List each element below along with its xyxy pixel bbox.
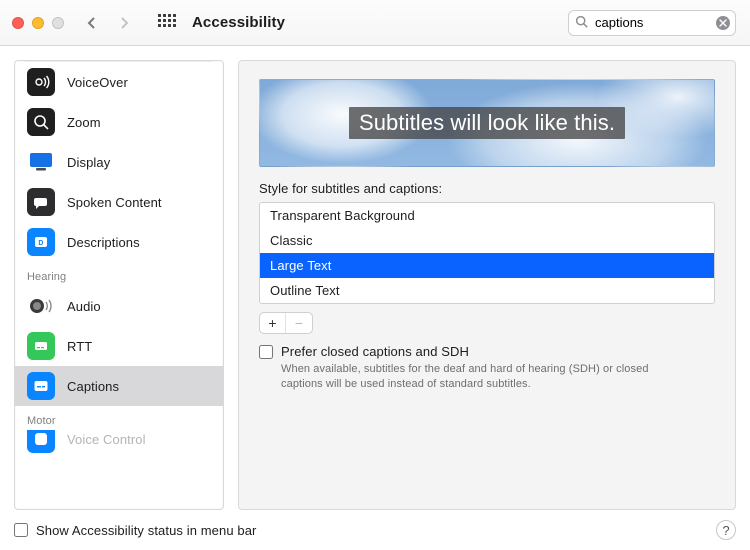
- zoom-button[interactable]: [52, 17, 64, 29]
- style-list-label: Style for subtitles and captions:: [259, 181, 715, 196]
- back-button[interactable]: [80, 11, 104, 35]
- caption-preview-text: Subtitles will look like this.: [349, 107, 625, 139]
- forward-button[interactable]: [112, 11, 136, 35]
- sidebar-item-captions[interactable]: Captions: [15, 366, 223, 406]
- sidebar-item-rtt[interactable]: RTT: [15, 326, 223, 366]
- search-input[interactable]: [568, 10, 736, 36]
- sidebar-item-zoom[interactable]: Zoom: [15, 102, 223, 142]
- remove-style-button[interactable]: −: [286, 313, 312, 333]
- spoken-content-icon: [27, 188, 55, 216]
- search-field[interactable]: [568, 10, 736, 36]
- style-list[interactable]: Transparent Background Classic Large Tex…: [259, 202, 715, 304]
- sidebar-section-motor: Motor: [15, 406, 223, 430]
- titlebar: Accessibility: [0, 0, 750, 46]
- sidebar-item-label: VoiceOver: [67, 75, 128, 90]
- sidebar-item-voice-control[interactable]: Voice Control: [15, 430, 223, 458]
- style-option-large-text[interactable]: Large Text: [260, 253, 714, 278]
- add-remove-group: + −: [259, 312, 313, 334]
- sidebar-item-descriptions[interactable]: D Descriptions: [15, 222, 223, 262]
- sidebar-item-spoken-content[interactable]: Spoken Content: [15, 182, 223, 222]
- voiceover-icon: [27, 68, 55, 96]
- voice-control-icon: [27, 430, 55, 453]
- sidebar-item-label: Spoken Content: [67, 195, 162, 210]
- sidebar-item-label: Captions: [67, 379, 119, 394]
- captions-icon: [27, 372, 55, 400]
- style-option-classic[interactable]: Classic: [260, 228, 714, 253]
- caption-preview: Subtitles will look like this.: [259, 79, 715, 167]
- rtt-icon: [27, 332, 55, 360]
- captions-panel: Subtitles will look like this. Style for…: [238, 60, 736, 510]
- show-all-icon[interactable]: [158, 14, 176, 32]
- zoom-icon: [27, 108, 55, 136]
- display-icon: [27, 148, 55, 176]
- sidebar-item-audio[interactable]: Audio: [15, 286, 223, 326]
- footer: Show Accessibility status in menu bar ?: [0, 510, 750, 550]
- style-option-outline[interactable]: Outline Text: [260, 278, 714, 303]
- sidebar-section-hearing: Hearing: [15, 262, 223, 286]
- page-title: Accessibility: [192, 14, 285, 31]
- sidebar-item-label: Zoom: [67, 115, 101, 130]
- prefer-sdh-label: Prefer closed captions and SDH: [281, 344, 651, 359]
- help-button[interactable]: ?: [716, 520, 736, 540]
- minimize-button[interactable]: [32, 17, 44, 29]
- sidebar-item-label: RTT: [67, 339, 92, 354]
- prefer-sdh-desc: When available, subtitles for the deaf a…: [281, 362, 651, 392]
- svg-text:D: D: [38, 240, 43, 247]
- add-style-button[interactable]: +: [260, 313, 286, 333]
- sidebar: VoiceOver Zoom Display: [14, 60, 224, 510]
- close-button[interactable]: [12, 17, 24, 29]
- show-status-label: Show Accessibility status in menu bar: [36, 523, 256, 538]
- window-controls: [12, 17, 64, 29]
- style-option-transparent[interactable]: Transparent Background: [260, 203, 714, 228]
- show-status-checkbox[interactable]: [14, 523, 28, 537]
- sidebar-item-display[interactable]: Display: [15, 142, 223, 182]
- audio-icon: [27, 292, 55, 320]
- sidebar-item-label: Descriptions: [67, 235, 140, 250]
- prefer-sdh-checkbox[interactable]: [259, 345, 273, 359]
- sidebar-item-label: Voice Control: [67, 432, 146, 447]
- sidebar-item-label: Display: [67, 155, 110, 170]
- search-icon: [575, 15, 588, 31]
- sidebar-item-label: Audio: [67, 299, 101, 314]
- clear-search-icon[interactable]: [716, 16, 730, 30]
- descriptions-icon: D: [27, 228, 55, 256]
- sidebar-item-voiceover[interactable]: VoiceOver: [15, 62, 223, 102]
